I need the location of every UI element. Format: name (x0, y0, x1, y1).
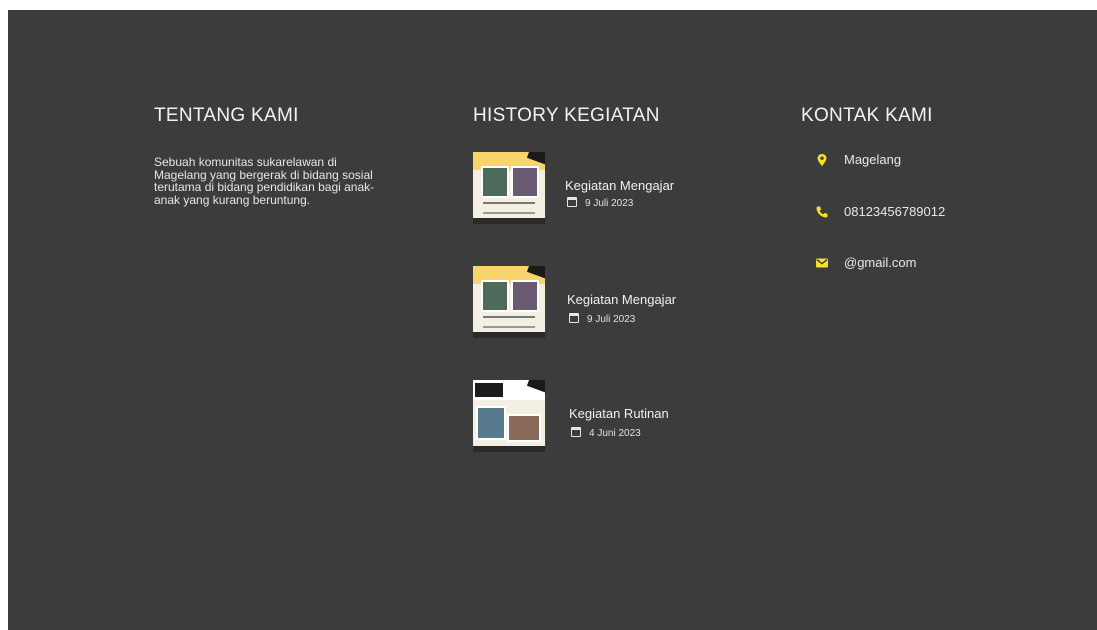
contact-item-email[interactable]: @gmail.com (801, 255, 1051, 275)
footer-section: TENTANG KAMI Sebuah komunitas sukarelawa… (8, 10, 1097, 630)
history-date: 9 Juli 2023 (587, 314, 636, 325)
history-item[interactable]: Kegiatan Mengajar 9 Juli 2023 (473, 266, 773, 338)
history-title[interactable]: Kegiatan Mengajar (567, 292, 676, 308)
history-thumbnail[interactable] (473, 380, 545, 452)
history-date: 4 Juni 2023 (589, 428, 641, 439)
contact-email[interactable]: @gmail.com (844, 255, 916, 271)
history-thumbnail[interactable] (473, 266, 545, 338)
contact-phone[interactable]: 08123456789012 (844, 204, 945, 220)
history-title[interactable]: Kegiatan Mengajar (565, 178, 674, 194)
contact-heading: KONTAK KAMI (801, 105, 933, 126)
about-heading: TENTANG KAMI (154, 105, 299, 126)
calendar-icon (571, 427, 581, 437)
contact-item-phone[interactable]: 08123456789012 (801, 204, 1051, 224)
history-date: 9 Juli 2023 (585, 198, 634, 209)
phone-icon (816, 206, 828, 218)
contact-item-location: Magelang (801, 152, 1051, 172)
contact-column: KONTAK KAMI Magelang 08123456789012 @gma… (801, 104, 1051, 270)
location-pin-icon (817, 154, 827, 166)
calendar-icon (567, 197, 577, 207)
history-column: HISTORY KEGIATAN Kegiatan Mengajar 9 Jul… (473, 104, 773, 452)
about-description: Sebuah komunitas sukarelawan di Magelang… (154, 155, 375, 207)
history-item[interactable]: Kegiatan Rutinan 4 Juni 2023 (473, 380, 773, 452)
about-column: TENTANG KAMI Sebuah komunitas sukarelawa… (154, 104, 394, 206)
contact-location: Magelang (844, 152, 902, 167)
history-item[interactable]: Kegiatan Mengajar 9 Juli 2023 (473, 152, 773, 224)
mail-icon (816, 258, 828, 268)
history-thumbnail[interactable] (473, 152, 545, 224)
history-heading: HISTORY KEGIATAN (473, 105, 660, 126)
calendar-icon (569, 313, 579, 323)
history-title[interactable]: Kegiatan Rutinan (569, 406, 669, 422)
